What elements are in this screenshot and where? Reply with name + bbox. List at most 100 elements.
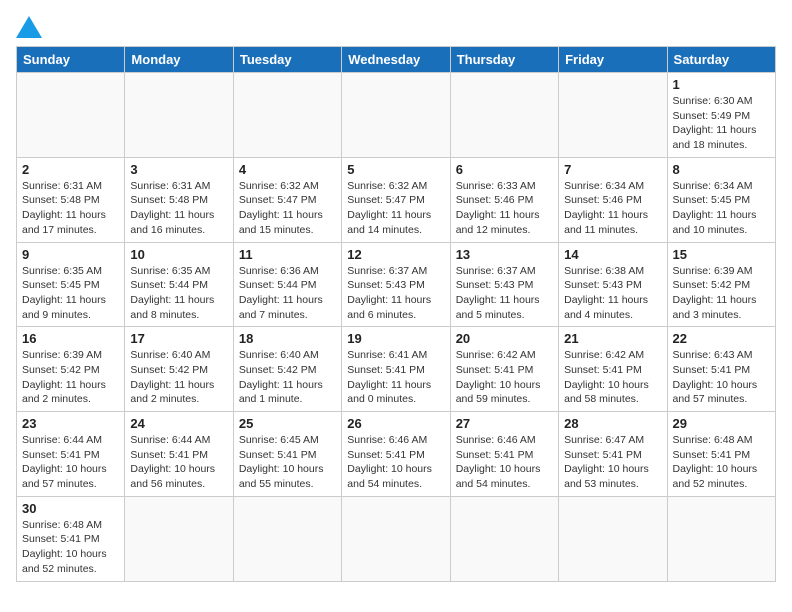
calendar-cell: 14Sunrise: 6:38 AM Sunset: 5:43 PM Dayli… [559, 242, 667, 327]
day-number: 7 [564, 162, 661, 177]
calendar-header-sunday: Sunday [17, 47, 125, 73]
calendar-week-5: 23 Sunrise: 6:44 AM Sunset: 5:41 PM Dayli… [17, 412, 776, 497]
day-info: Sunrise: 6:42 AM Sunset: 5:41 PM Dayligh… [564, 348, 661, 407]
day-info: Sunrise: 6:34 AM Sunset: 5:45 PM Dayligh… [673, 179, 770, 238]
day-info: Sunrise: 6:32 AM Sunset: 5:47 PM Dayligh… [239, 179, 336, 238]
calendar-header-wednesday: Wednesday [342, 47, 450, 73]
day-number: 19 [347, 331, 444, 346]
day-number: 8 [673, 162, 770, 177]
calendar-cell [233, 496, 341, 581]
day-number: 2 [22, 162, 119, 177]
calendar-cell: 23Sunrise: 6:44 AM Sunset: 5:41 PM Dayli… [17, 412, 125, 497]
day-info: Sunrise: 6:48 AM Sunset: 5:41 PM Dayligh… [22, 518, 119, 577]
calendar-cell [125, 73, 233, 158]
day-info: Sunrise: 6:45 AM Sunset: 5:41 PM Dayligh… [239, 433, 336, 492]
calendar-cell [17, 73, 125, 158]
calendar-header-thursday: Thursday [450, 47, 558, 73]
calendar-cell [559, 73, 667, 158]
day-number: 20 [456, 331, 553, 346]
day-number: 29 [673, 416, 770, 431]
calendar-cell: 24 Sunrise: 6:44 AM Sunset: 5:41 PM Dayli… [125, 412, 233, 497]
calendar-header-saturday: Saturday [667, 47, 775, 73]
day-info: Sunrise: 6:40 AM Sunset: 5:42 PM Dayligh… [239, 348, 336, 407]
calendar-cell [342, 73, 450, 158]
day-info: Sunrise: 6:38 AM Sunset: 5:43 PM Dayligh… [564, 264, 661, 323]
calendar-cell: 18 Sunrise: 6:40 AM Sunset: 5:42 PM Dayli… [233, 327, 341, 412]
day-number: 23 [22, 416, 119, 431]
day-info: Sunrise: 6:37 AM Sunset: 5:43 PM Dayligh… [347, 264, 444, 323]
calendar-cell: 19 Sunrise: 6:41 AM Sunset: 5:41 PM Dayli… [342, 327, 450, 412]
page-header [16, 16, 776, 38]
calendar-cell: 26 Sunrise: 6:46 AM Sunset: 5:41 PM Dayli… [342, 412, 450, 497]
calendar-cell: 27Sunrise: 6:46 AM Sunset: 5:41 PM Dayli… [450, 412, 558, 497]
day-number: 18 [239, 331, 336, 346]
day-number: 3 [130, 162, 227, 177]
day-number: 10 [130, 247, 227, 262]
day-info: Sunrise: 6:47 AM Sunset: 5:41 PM Dayligh… [564, 433, 661, 492]
calendar-cell [233, 73, 341, 158]
day-number: 13 [456, 247, 553, 262]
day-info: Sunrise: 6:44 AM Sunset: 5:41 PM Dayligh… [130, 433, 227, 492]
day-info: Sunrise: 6:39 AM Sunset: 5:42 PM Dayligh… [22, 348, 119, 407]
calendar-cell [342, 496, 450, 581]
day-number: 4 [239, 162, 336, 177]
calendar-cell: 6 Sunrise: 6:33 AM Sunset: 5:46 PM Daylig… [450, 157, 558, 242]
calendar-table: SundayMondayTuesdayWednesdayThursdayFrid… [16, 46, 776, 582]
calendar-cell: 7Sunrise: 6:34 AM Sunset: 5:46 PM Daylig… [559, 157, 667, 242]
calendar-cell: 13Sunrise: 6:37 AM Sunset: 5:43 PM Dayli… [450, 242, 558, 327]
day-number: 24 [130, 416, 227, 431]
day-info: Sunrise: 6:48 AM Sunset: 5:41 PM Dayligh… [673, 433, 770, 492]
calendar-week-6: 30 Sunrise: 6:48 AM Sunset: 5:41 PM Dayli… [17, 496, 776, 581]
day-number: 12 [347, 247, 444, 262]
day-number: 16 [22, 331, 119, 346]
day-number: 21 [564, 331, 661, 346]
day-number: 26 [347, 416, 444, 431]
day-info: Sunrise: 6:31 AM Sunset: 5:48 PM Dayligh… [130, 179, 227, 238]
day-number: 30 [22, 501, 119, 516]
day-number: 17 [130, 331, 227, 346]
calendar-cell [450, 73, 558, 158]
calendar-cell: 17 Sunrise: 6:40 AM Sunset: 5:42 PM Dayli… [125, 327, 233, 412]
day-number: 9 [22, 247, 119, 262]
day-info: Sunrise: 6:30 AM Sunset: 5:49 PM Dayligh… [673, 94, 770, 153]
calendar-week-3: 9 Sunrise: 6:35 AM Sunset: 5:45 PM Daylig… [17, 242, 776, 327]
logo-triangle-icon [16, 16, 42, 38]
calendar-cell: 1Sunrise: 6:30 AM Sunset: 5:49 PM Daylig… [667, 73, 775, 158]
calendar-cell: 20 Sunrise: 6:42 AM Sunset: 5:41 PM Dayli… [450, 327, 558, 412]
day-number: 15 [673, 247, 770, 262]
calendar-cell: 25Sunrise: 6:45 AM Sunset: 5:41 PM Dayli… [233, 412, 341, 497]
day-info: Sunrise: 6:40 AM Sunset: 5:42 PM Dayligh… [130, 348, 227, 407]
day-info: Sunrise: 6:42 AM Sunset: 5:41 PM Dayligh… [456, 348, 553, 407]
calendar-cell: 12 Sunrise: 6:37 AM Sunset: 5:43 PM Dayli… [342, 242, 450, 327]
day-number: 22 [673, 331, 770, 346]
calendar-body: 1Sunrise: 6:30 AM Sunset: 5:49 PM Daylig… [17, 73, 776, 582]
calendar-cell [559, 496, 667, 581]
day-info: Sunrise: 6:36 AM Sunset: 5:44 PM Dayligh… [239, 264, 336, 323]
calendar-cell: 28Sunrise: 6:47 AM Sunset: 5:41 PM Dayli… [559, 412, 667, 497]
day-number: 6 [456, 162, 553, 177]
calendar-week-2: 2 Sunrise: 6:31 AM Sunset: 5:48 PM Daylig… [17, 157, 776, 242]
calendar-cell: 10Sunrise: 6:35 AM Sunset: 5:44 PM Dayli… [125, 242, 233, 327]
calendar-cell [450, 496, 558, 581]
day-info: Sunrise: 6:46 AM Sunset: 5:41 PM Dayligh… [347, 433, 444, 492]
calendar-cell: 5 Sunrise: 6:32 AM Sunset: 5:47 PM Daylig… [342, 157, 450, 242]
day-info: Sunrise: 6:35 AM Sunset: 5:45 PM Dayligh… [22, 264, 119, 323]
calendar-cell: 21 Sunrise: 6:42 AM Sunset: 5:41 PM Dayli… [559, 327, 667, 412]
calendar-header-row: SundayMondayTuesdayWednesdayThursdayFrid… [17, 47, 776, 73]
calendar-week-1: 1Sunrise: 6:30 AM Sunset: 5:49 PM Daylig… [17, 73, 776, 158]
calendar-cell [125, 496, 233, 581]
day-number: 5 [347, 162, 444, 177]
day-info: Sunrise: 6:33 AM Sunset: 5:46 PM Dayligh… [456, 179, 553, 238]
calendar-cell: 8 Sunrise: 6:34 AM Sunset: 5:45 PM Daylig… [667, 157, 775, 242]
calendar-cell: 16 Sunrise: 6:39 AM Sunset: 5:42 PM Dayli… [17, 327, 125, 412]
calendar-cell: 29 Sunrise: 6:48 AM Sunset: 5:41 PM Dayli… [667, 412, 775, 497]
calendar-cell: 11 Sunrise: 6:36 AM Sunset: 5:44 PM Dayli… [233, 242, 341, 327]
calendar-header-friday: Friday [559, 47, 667, 73]
calendar-cell: 15Sunrise: 6:39 AM Sunset: 5:42 PM Dayli… [667, 242, 775, 327]
calendar-header-monday: Monday [125, 47, 233, 73]
day-info: Sunrise: 6:32 AM Sunset: 5:47 PM Dayligh… [347, 179, 444, 238]
day-number: 11 [239, 247, 336, 262]
day-info: Sunrise: 6:41 AM Sunset: 5:41 PM Dayligh… [347, 348, 444, 407]
logo [16, 16, 46, 38]
calendar-cell: 2Sunrise: 6:31 AM Sunset: 5:48 PM Daylig… [17, 157, 125, 242]
